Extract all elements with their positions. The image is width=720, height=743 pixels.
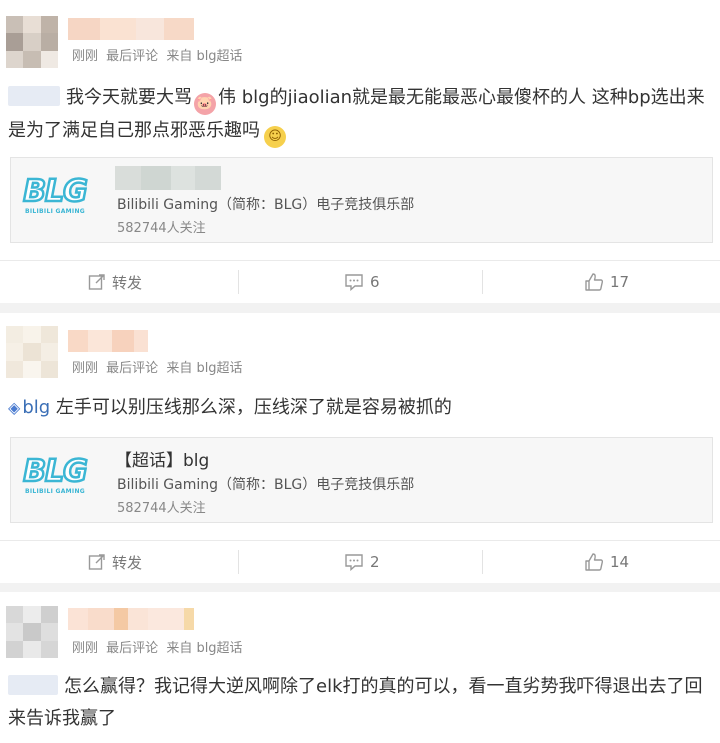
like-icon [585, 553, 604, 571]
post-meta: 刚刚 最后评论 来自 blg超话 [72, 637, 247, 656]
post-text: 我今天就要大骂 🐷 伟 blg的jiaolian就是最无能最恶心最傻杯的人 这种bp… [8, 82, 706, 148]
username-blurred[interactable] [68, 608, 194, 630]
card-title-blurred [115, 166, 221, 190]
comment-icon [345, 554, 363, 571]
logo-subtext: BILIBILI GAMING [24, 208, 86, 215]
comment-count: 6 [370, 273, 380, 291]
blg-logo: BLG BILIBILI GAMING [19, 453, 91, 504]
weibo-post: 刚刚 最后评论 来自 blg超话 怎么赢得？我记得大逆风啊除了elk打的真的可以… [0, 592, 720, 743]
username-blurred[interactable] [68, 330, 148, 352]
comment-button[interactable]: 6 [344, 261, 380, 303]
post-text-part: 左手可以别压线那么深，压线深了就是容易被抓的 [50, 397, 452, 418]
repost-icon [88, 554, 105, 570]
post-text: ◈ blg 左手可以别压线那么深，压线深了就是容易被抓的 [8, 392, 706, 424]
post-tag: 最后评论 [106, 49, 159, 64]
card-followers: 582744人关注 [117, 221, 206, 236]
like-button[interactable]: 14 [584, 541, 629, 583]
card-followers: 582744人关注 [117, 501, 206, 516]
divider [482, 270, 483, 294]
logo-subtext: BILIBILI GAMING [24, 488, 86, 495]
blg-logo: BLG BILIBILI GAMING [19, 173, 91, 224]
like-button[interactable]: 17 [584, 261, 629, 303]
smile-emoji-icon: ☺ [264, 126, 286, 148]
avatar[interactable] [6, 326, 58, 378]
comment-count: 2 [370, 553, 380, 571]
supertopic-card[interactable]: BLG BILIBILI GAMING Bilibili Gaming（简称：B… [10, 157, 713, 243]
card-description: Bilibili Gaming（简称：BLG）电子竞技俱乐部 [117, 477, 415, 493]
repost-label: 转发 [112, 553, 143, 572]
post-tag: 最后评论 [106, 361, 159, 376]
post-source[interactable]: 来自 blg超话 [166, 641, 242, 656]
like-count: 17 [610, 273, 630, 291]
topic-link[interactable]: blg [22, 397, 50, 418]
post-time: 刚刚 [72, 49, 99, 64]
avatar[interactable] [6, 606, 58, 658]
divider [238, 270, 239, 294]
post-meta: 刚刚 最后评论 来自 blg超话 [72, 45, 247, 64]
username-blurred[interactable] [68, 18, 194, 40]
post-tag: 最后评论 [106, 641, 159, 656]
weibo-post: 刚刚 最后评论 来自 blg超话 我今天就要大骂 🐷 伟 blg的jiaolian就… [0, 0, 720, 303]
post-time: 刚刚 [72, 361, 99, 376]
pig-emoji-icon: 🐷 [194, 93, 216, 115]
repost-icon [88, 274, 105, 290]
post-text: 怎么赢得？我记得大逆风啊除了elk打的真的可以，看一直劣势我吓得退出去了回来告诉… [8, 671, 706, 735]
weibo-post: 刚刚 最后评论 来自 blg超话 ◈ blg 左手可以别压线那么深，压线深了就是容… [0, 313, 720, 583]
divider [238, 550, 239, 574]
post-time: 刚刚 [72, 641, 99, 656]
action-bar: 转发 6 17 [0, 260, 720, 302]
card-title: 【超话】blg [115, 451, 210, 471]
post-meta: 刚刚 最后评论 来自 blg超话 [72, 357, 247, 376]
mention-blurred[interactable] [8, 86, 60, 106]
action-bar: 转发 2 14 [0, 540, 720, 582]
post-source[interactable]: 来自 blg超话 [166, 361, 242, 376]
post-text-part: 怎么赢得？我记得大逆风啊除了elk打的真的可以，看一直劣势我吓得退出去了回来告诉… [8, 676, 703, 729]
repost-button[interactable]: 转发 [88, 261, 142, 303]
card-description: Bilibili Gaming（简称：BLG）电子竞技俱乐部 [117, 197, 415, 213]
logo-text: BLG [22, 453, 89, 491]
repost-button[interactable]: 转发 [88, 541, 142, 583]
avatar[interactable] [6, 16, 58, 68]
comment-button[interactable]: 2 [344, 541, 380, 583]
like-icon [585, 273, 604, 291]
post-source[interactable]: 来自 blg超话 [166, 49, 242, 64]
logo-text: BLG [22, 173, 89, 211]
repost-label: 转发 [112, 273, 143, 292]
post-text-part: 我今天就要大骂 [66, 87, 192, 108]
mention-blurred[interactable] [8, 675, 58, 695]
like-count: 14 [610, 553, 630, 571]
diamond-icon: ◈ [8, 398, 21, 417]
supertopic-card[interactable]: BLG BILIBILI GAMING 【超话】blg Bilibili Gam… [10, 437, 713, 523]
divider [482, 550, 483, 574]
comment-icon [345, 274, 363, 291]
